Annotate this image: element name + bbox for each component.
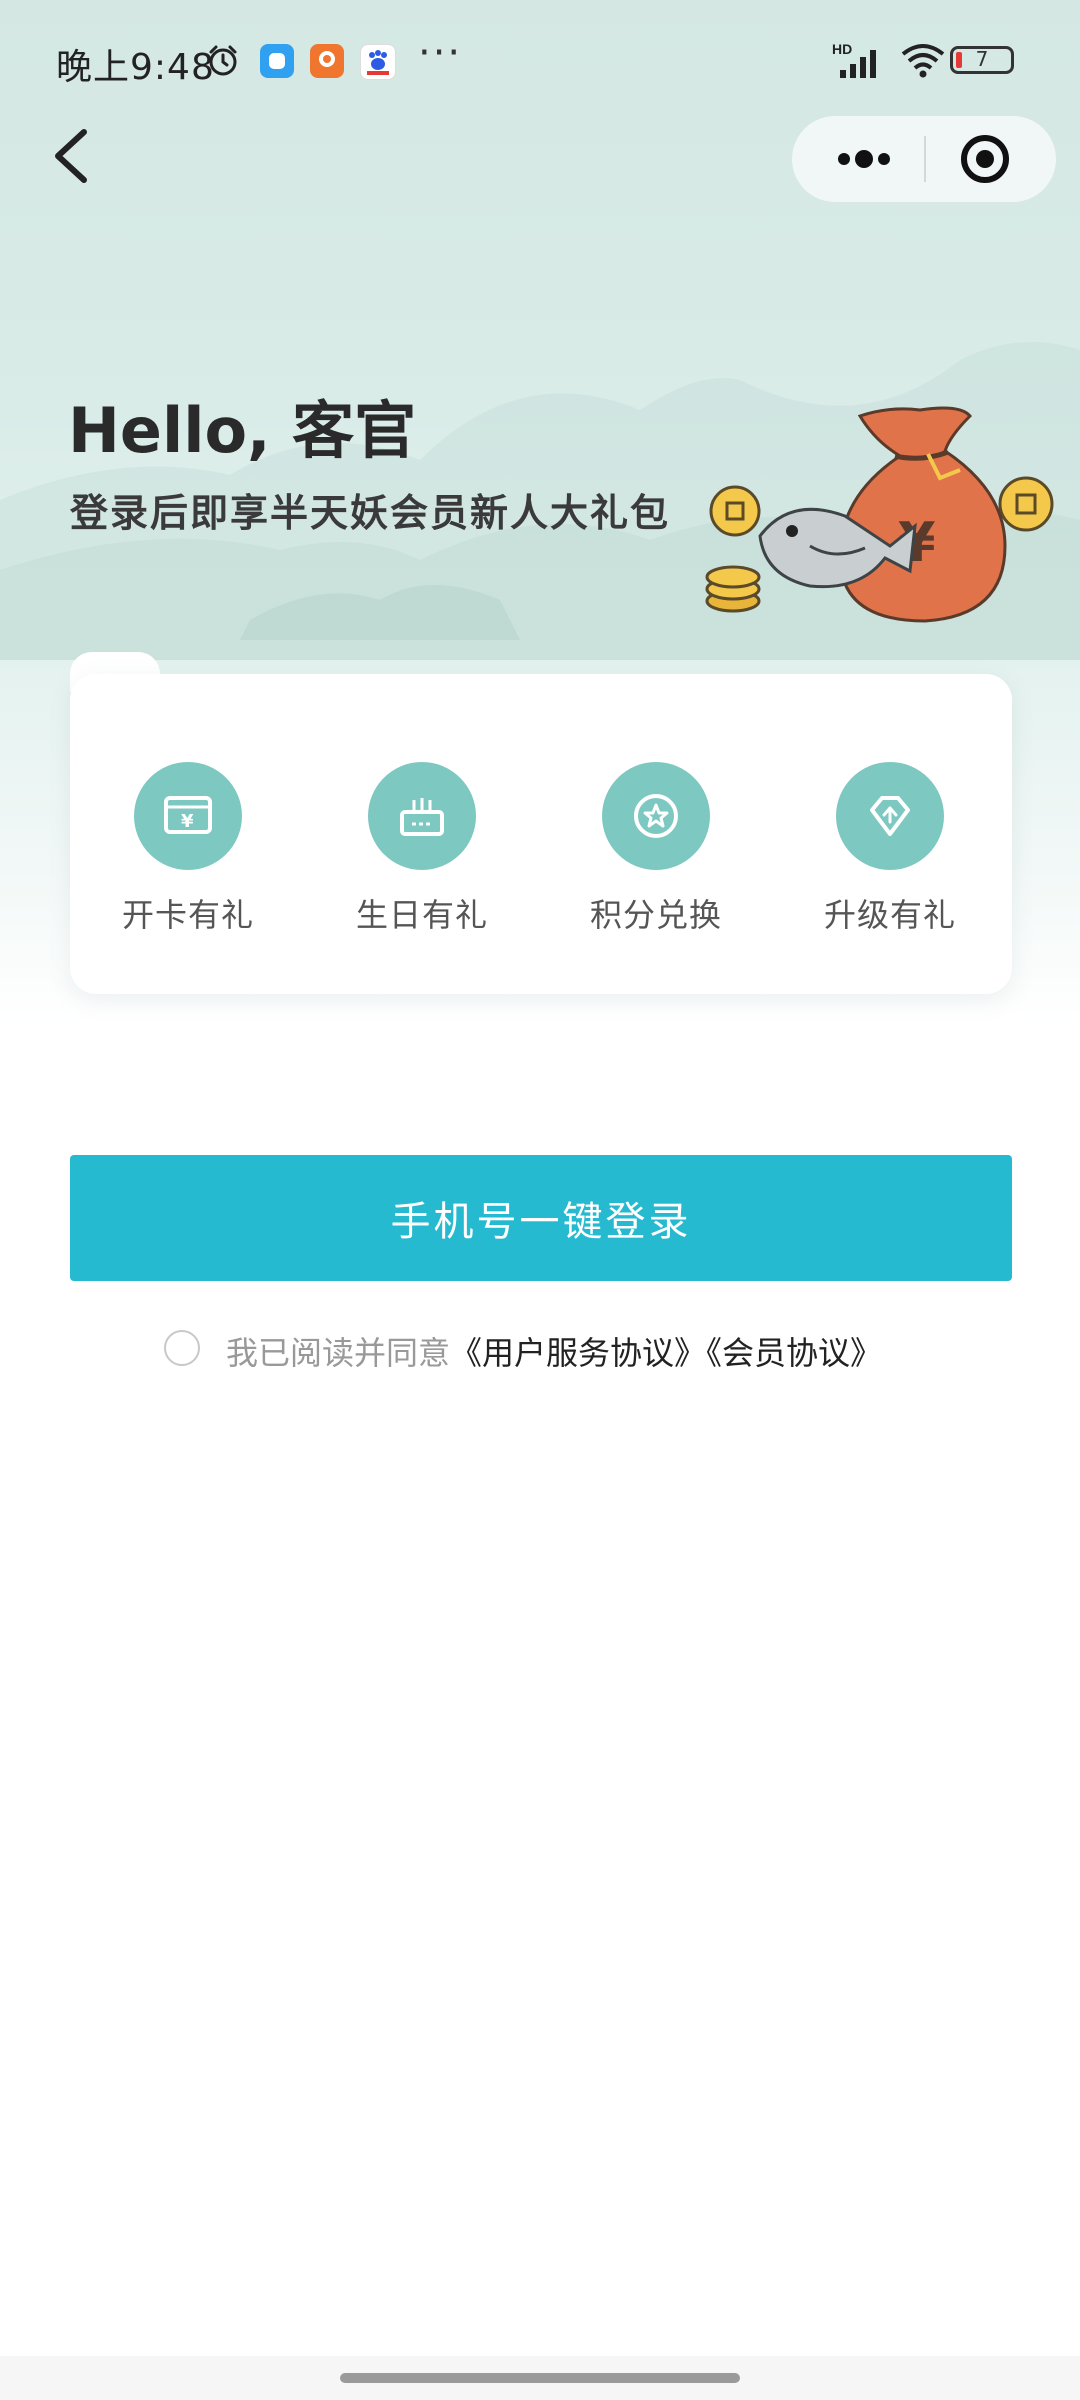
- points-star-icon: [602, 762, 710, 870]
- status-bar: 晚上9:48 ··· HD 7: [0, 0, 1080, 120]
- card-gift-icon: ¥: [134, 762, 242, 870]
- user-service-agreement-link[interactable]: 《用户服务协议》: [450, 1334, 706, 1372]
- cellular-signal-icon: HD: [832, 41, 876, 78]
- battery-percent: 7: [975, 47, 989, 71]
- member-benefits-card: ¥ 开卡有礼 生日有礼 积分兑换 升级有礼: [70, 674, 1012, 994]
- member-agreement-link[interactable]: 《会员协议》: [706, 1334, 882, 1372]
- more-notifications-indicator: ···: [418, 30, 463, 76]
- money-bag-fish-illustration: ¥: [705, 406, 1054, 623]
- alarm-icon: [209, 45, 237, 76]
- capsule-divider: [924, 136, 926, 182]
- benefit-label: 生日有礼: [355, 896, 488, 934]
- wifi-icon: [901, 44, 945, 78]
- benefit-label: 积分兑换: [589, 896, 722, 934]
- benefit-label: 开卡有礼: [121, 896, 254, 934]
- target-close-icon: [961, 135, 1009, 183]
- benefit-upgrade[interactable]: 升级有礼: [790, 762, 990, 936]
- agreement-text: 我已阅读并同意《用户服务协议》《会员协议》: [226, 1328, 882, 1374]
- network-label: HD: [832, 41, 852, 57]
- status-time: 晚上9:48: [56, 47, 215, 88]
- svg-text:¥: ¥: [181, 811, 194, 832]
- baidu-paw-icon: [360, 44, 396, 80]
- more-dots-icon: [838, 150, 890, 168]
- capsule-close-button[interactable]: [932, 116, 1042, 202]
- hero-subtitle: 登录后即享半天妖会员新人大礼包: [70, 491, 671, 535]
- upgrade-arrow-icon: [836, 762, 944, 870]
- phone-login-button[interactable]: 手机号一键登录: [70, 1155, 1012, 1281]
- agreement-checkbox[interactable]: [164, 1330, 200, 1366]
- birthday-cake-icon: [368, 762, 476, 870]
- hero-title: Hello, 客官: [68, 394, 417, 467]
- benefit-label: 升级有礼: [823, 896, 956, 934]
- battery-icon: 7: [950, 46, 1014, 74]
- home-indicator[interactable]: [340, 2373, 740, 2383]
- capsule-more-button[interactable]: [812, 116, 916, 202]
- back-button[interactable]: [36, 118, 116, 198]
- agreement-prefix: 我已阅读并同意: [226, 1334, 451, 1372]
- benefit-points-exchange[interactable]: 积分兑换: [556, 762, 756, 936]
- app-notification-icon: [260, 44, 294, 78]
- app-notification-icon: [310, 44, 344, 78]
- benefit-open-card[interactable]: ¥ 开卡有礼: [88, 762, 288, 936]
- chevron-left-icon: [55, 129, 87, 183]
- miniprogram-capsule: [792, 116, 1056, 202]
- benefit-birthday[interactable]: 生日有礼: [322, 762, 522, 936]
